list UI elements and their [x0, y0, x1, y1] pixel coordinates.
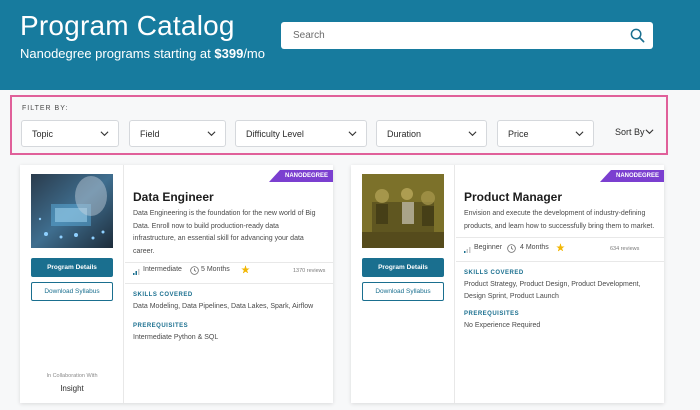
program-card-data-engineer: Program Details Download Syllabus In Col… [20, 165, 333, 403]
collab-label: In Collaboration With [46, 373, 98, 379]
chevron-down-icon [575, 131, 584, 137]
filter-label: FILTER BY: [22, 105, 69, 112]
divider [456, 261, 664, 262]
level-text: Beginner [474, 244, 503, 251]
filter-price-label: Price [508, 129, 529, 139]
program-details-button[interactable]: Program Details [362, 258, 444, 277]
divider [456, 237, 664, 238]
sort-by-dropdown[interactable]: Sort By [615, 127, 645, 137]
card-description: Envision and execute the development of … [464, 208, 654, 233]
review-count: 634 reviews [610, 246, 640, 252]
page-title: Program Catalog [20, 10, 235, 41]
skills-line: Data Modeling, Data Pipelines, Data Lake… [133, 303, 314, 310]
program-thumbnail [31, 174, 113, 248]
description-line: Data Engineering is the foundation for t… [133, 210, 316, 217]
skills-heading: SKILLS COVERED [133, 292, 193, 298]
description-line: career. [133, 247, 155, 255]
filter-topic-label: Topic [32, 129, 54, 139]
subtitle-suffix: /mo [243, 46, 265, 61]
card-title[interactable]: Data Engineer [133, 190, 214, 204]
level-bars-icon [464, 247, 471, 253]
description-line: infrastructure, an essential skill for a… [133, 235, 304, 242]
filter-duration-label: Duration [387, 129, 422, 139]
card-meta-row: Intermediate 5 Months ★ ★ ★ ★ ⯨ 1370 reviews [133, 266, 328, 278]
skills-list: Product Strategy, Product Design, Produc… [464, 279, 641, 303]
chevron-down-icon [348, 131, 357, 137]
prerequisites-text: Intermediate Python & SQL [133, 334, 219, 341]
description-line: Envision and execute the development of … [464, 210, 646, 217]
filter-bar: FILTER BY: Topic Field Difficulty Level … [10, 95, 668, 155]
nanodegree-badge: NANODEGREE [268, 170, 333, 182]
clock-icon [190, 266, 199, 275]
level-bars-icon [133, 269, 140, 275]
hero-banner: Program Catalog Nanodegree programs star… [0, 0, 700, 90]
collab-partner-name: Insight [60, 384, 84, 393]
filter-duration[interactable]: Duration [376, 120, 487, 147]
skills-line: Product Strategy, Product Design, Produc… [464, 281, 641, 288]
program-details-button[interactable]: Program Details [31, 258, 113, 277]
duration-text: 4 Months [520, 244, 549, 251]
description-line: Data. Enroll now to build production-rea… [133, 222, 279, 230]
card-side-panel: Program Details Download Syllabus In Col… [20, 165, 124, 403]
card-title[interactable]: Product Manager [464, 190, 562, 204]
prerequisites-heading: PREREQUISITES [464, 311, 520, 317]
search-input[interactable]: Search [281, 22, 653, 49]
half-star-icon: ⯨ [556, 243, 561, 254]
card-side-panel: Program Details Download Syllabus [351, 165, 455, 403]
search-icon[interactable] [630, 28, 645, 43]
duration-text: 5 Months [201, 266, 230, 273]
subtitle-prefix: Nanodegree programs starting at [20, 46, 215, 61]
nanodegree-badge: NANODEGREE [599, 170, 664, 182]
page-subtitle: Nanodegree programs starting at $399/mo [20, 46, 265, 61]
skills-heading: SKILLS COVERED [464, 270, 524, 276]
chevron-down-icon [207, 131, 216, 137]
half-star-icon: ⯨ [241, 265, 246, 276]
filter-field-label: Field [140, 129, 160, 139]
skills-line: Design Sprint, Product Launch [464, 293, 559, 300]
divider [125, 283, 333, 284]
chevron-down-icon [468, 131, 477, 137]
description-line: products, and learn how to successfully … [464, 222, 655, 230]
divider [125, 262, 333, 263]
review-count: 1370 reviews [293, 268, 326, 274]
subtitle-price: $399 [214, 46, 244, 61]
prerequisites-heading: PREREQUISITES [133, 323, 189, 329]
filter-difficulty[interactable]: Difficulty Level [235, 120, 367, 147]
filter-field[interactable]: Field [129, 120, 226, 147]
download-syllabus-button[interactable]: Download Syllabus [362, 282, 444, 301]
card-description: Data Engineering is the foundation for t… [133, 208, 316, 258]
program-card-product-manager: Program Details Download Syllabus NANODE… [351, 165, 664, 403]
prerequisites-text: No Experience Required [464, 322, 541, 329]
filter-price[interactable]: Price [497, 120, 594, 147]
level-text: Intermediate [143, 266, 182, 273]
card-meta-row: Beginner 4 Months ★ ★ ★ ★ ⯨ 634 reviews [464, 244, 659, 256]
filter-difficulty-label: Difficulty Level [246, 129, 304, 139]
download-syllabus-button[interactable]: Download Syllabus [31, 282, 113, 301]
program-thumbnail [362, 174, 444, 248]
chevron-down-icon[interactable] [645, 128, 654, 135]
filter-topic[interactable]: Topic [21, 120, 119, 147]
chevron-down-icon [100, 131, 109, 137]
clock-icon [507, 244, 516, 253]
search-placeholder: Search [293, 30, 325, 41]
skills-list: Data Modeling, Data Pipelines, Data Lake… [133, 301, 313, 313]
